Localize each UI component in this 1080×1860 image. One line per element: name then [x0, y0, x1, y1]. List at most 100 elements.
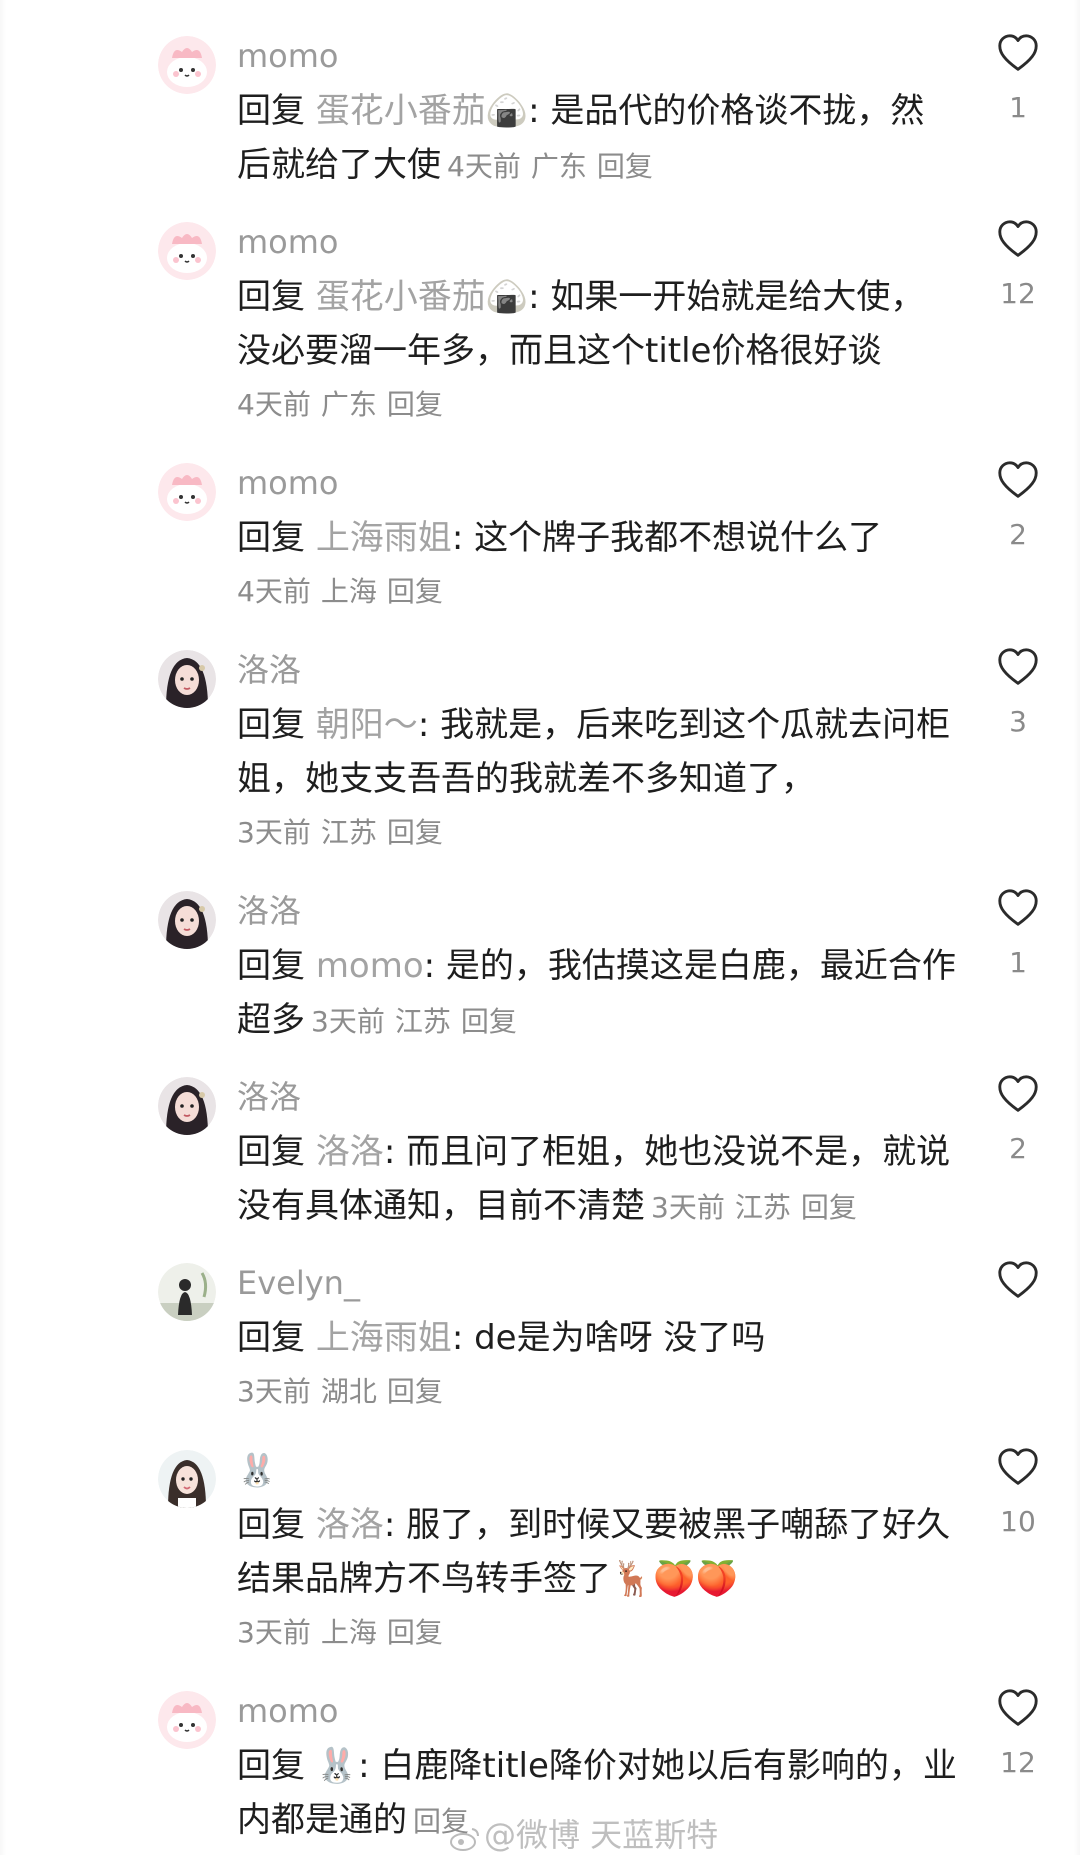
- heart-icon[interactable]: [995, 457, 1041, 503]
- reply-target[interactable]: 洛洛: [316, 1132, 384, 1172]
- reply-target[interactable]: 朝阳～: [316, 705, 418, 745]
- heart-icon[interactable]: [995, 1685, 1041, 1731]
- comment-meta: 4天前 广东 回复: [447, 150, 663, 183]
- like-control[interactable]: 2: [985, 457, 1051, 553]
- username[interactable]: 洛洛: [237, 1069, 957, 1125]
- comment-time: 4天前: [237, 388, 311, 421]
- pink-bunny-avatar-icon: [158, 1691, 216, 1749]
- comment-time: 4天前: [447, 150, 521, 183]
- colon: :: [383, 1132, 396, 1172]
- like-control[interactable]: 3: [985, 644, 1051, 740]
- reply-button[interactable]: 回复: [387, 1375, 443, 1408]
- comment-content: de是为啥呀 没了吗: [463, 1318, 766, 1358]
- comment-meta: 3天前 上海 回复: [237, 1606, 957, 1660]
- reply-button[interactable]: 回复: [387, 388, 443, 421]
- reply-target[interactable]: 上海雨姐: [316, 1318, 452, 1358]
- username[interactable]: Evelyn_: [237, 1255, 957, 1311]
- comment-text: 回复 上海雨姐: 这个牌子我都不想说什么了: [237, 511, 957, 565]
- pink-bunny-avatar-icon: [158, 36, 216, 94]
- comment-text: 回复 洛洛: 而且问了柜姐，她也没说不是，就说没有具体通知，目前不清楚 3天前 江苏…: [237, 1125, 957, 1235]
- like-control[interactable]: 2: [985, 1071, 1051, 1167]
- comment-meta: 3天前 江苏 回复: [237, 806, 957, 860]
- reply-button[interactable]: 回复: [387, 816, 443, 849]
- pink-bunny-avatar-icon: [158, 222, 216, 280]
- username[interactable]: momo: [237, 455, 957, 511]
- heart-icon[interactable]: [995, 216, 1041, 262]
- reply-prefix: 回复: [237, 705, 305, 745]
- watermark-text: @微博 天蓝斯特: [484, 1816, 719, 1854]
- comment-text: 回复 蛋花小番茄🍙: 是品代的价格谈不拢，然后就给了大使 4天前 广东 回复: [237, 84, 957, 194]
- comment-text: 回复 洛洛: 服了，到时候又要被黑子嘲舔了好久结果品牌方不鸟转手签了🦌🍑🍑: [237, 1498, 957, 1606]
- heart-icon[interactable]: [995, 1257, 1041, 1303]
- comment-meta: 3天前 江苏 回复: [651, 1191, 867, 1224]
- username[interactable]: momo: [237, 28, 957, 84]
- reply-target[interactable]: 🐰: [316, 1746, 358, 1786]
- heart-icon[interactable]: [995, 1071, 1041, 1117]
- username[interactable]: 洛洛: [237, 883, 957, 939]
- heart-icon[interactable]: [995, 885, 1041, 931]
- reply-prefix: 回复: [237, 1505, 305, 1545]
- avatar[interactable]: [158, 463, 216, 521]
- colon: :: [451, 518, 464, 558]
- avatar[interactable]: [158, 1691, 216, 1749]
- avatar[interactable]: [158, 1077, 216, 1135]
- reply-target[interactable]: 蛋花小番茄🍙: [316, 277, 528, 317]
- avatar[interactable]: [158, 222, 216, 280]
- avatar[interactable]: [158, 891, 216, 949]
- avatar[interactable]: [158, 1450, 216, 1508]
- comment-content: 这个牌子我都不想说什么了: [463, 518, 883, 558]
- avatar[interactable]: [158, 650, 216, 708]
- reply-button[interactable]: 回复: [801, 1191, 857, 1224]
- like-control[interactable]: [985, 1257, 1051, 1317]
- like-control[interactable]: 12: [985, 216, 1051, 312]
- like-count: 2: [1009, 1132, 1027, 1165]
- left-edge-shade: [0, 0, 6, 1855]
- reply-prefix: 回复: [237, 277, 305, 317]
- reply-target[interactable]: momo: [316, 946, 424, 986]
- comment-time: 3天前: [237, 1375, 311, 1408]
- like-count: 12: [1000, 277, 1036, 310]
- reply-button[interactable]: 回复: [461, 1005, 517, 1038]
- woman-portrait-avatar-icon: [158, 650, 216, 708]
- comment-location: 江苏: [734, 1191, 791, 1224]
- reply-button[interactable]: 回复: [597, 150, 653, 183]
- colon: :: [528, 91, 540, 131]
- silhouette-photo-avatar-icon: [158, 1263, 216, 1321]
- pink-bunny-avatar-icon: [158, 463, 216, 521]
- username[interactable]: momo: [237, 214, 957, 270]
- comment-time: 3天前: [237, 1616, 311, 1649]
- reply-prefix: 回复: [237, 1132, 305, 1172]
- comment-time: 3天前: [237, 816, 311, 849]
- comment-text: 回复 蛋花小番茄🍙: 如果一开始就是给大使，没必要溜一年多，而且这个title价…: [237, 270, 957, 378]
- weibo-logo-icon: [450, 1822, 480, 1860]
- colon: :: [423, 946, 436, 986]
- like-control[interactable]: 12: [985, 1685, 1051, 1781]
- like-count: 12: [1000, 1746, 1036, 1779]
- comment-location: 湖北: [320, 1375, 377, 1408]
- avatar[interactable]: [158, 1263, 216, 1321]
- comment-meta: 4天前 上海 回复: [237, 565, 957, 619]
- reply-button[interactable]: 回复: [387, 575, 443, 608]
- heart-icon[interactable]: [995, 1444, 1041, 1490]
- reply-target[interactable]: 洛洛: [316, 1505, 384, 1545]
- right-edge-shade: [1074, 0, 1080, 1855]
- like-control[interactable]: 1: [985, 30, 1051, 126]
- heart-icon[interactable]: [995, 644, 1041, 690]
- reply-target[interactable]: 蛋花小番茄🍙: [316, 91, 528, 131]
- woman-portrait-avatar-icon: [158, 891, 216, 949]
- comment-time: 3天前: [651, 1191, 725, 1224]
- comment-location: 上海: [320, 1616, 377, 1649]
- reply-button[interactable]: 回复: [387, 1616, 443, 1649]
- reply-target[interactable]: 上海雨姐: [316, 518, 452, 558]
- girl-portrait-avatar-icon: [158, 1450, 216, 1508]
- avatar[interactable]: [158, 36, 216, 94]
- comment-location: 上海: [320, 575, 377, 608]
- username[interactable]: 🐰: [237, 1442, 957, 1498]
- like-control[interactable]: 1: [985, 885, 1051, 981]
- username[interactable]: 洛洛: [237, 642, 957, 698]
- like-control[interactable]: 10: [985, 1444, 1051, 1540]
- comment-text: 回复 朝阳～: 我就是，后来吃到这个瓜就去问柜姐，她支支吾吾的我就差不多知道了，: [237, 698, 957, 806]
- username[interactable]: momo: [237, 1683, 957, 1739]
- heart-icon[interactable]: [995, 30, 1041, 76]
- reply-prefix: 回复: [237, 518, 305, 558]
